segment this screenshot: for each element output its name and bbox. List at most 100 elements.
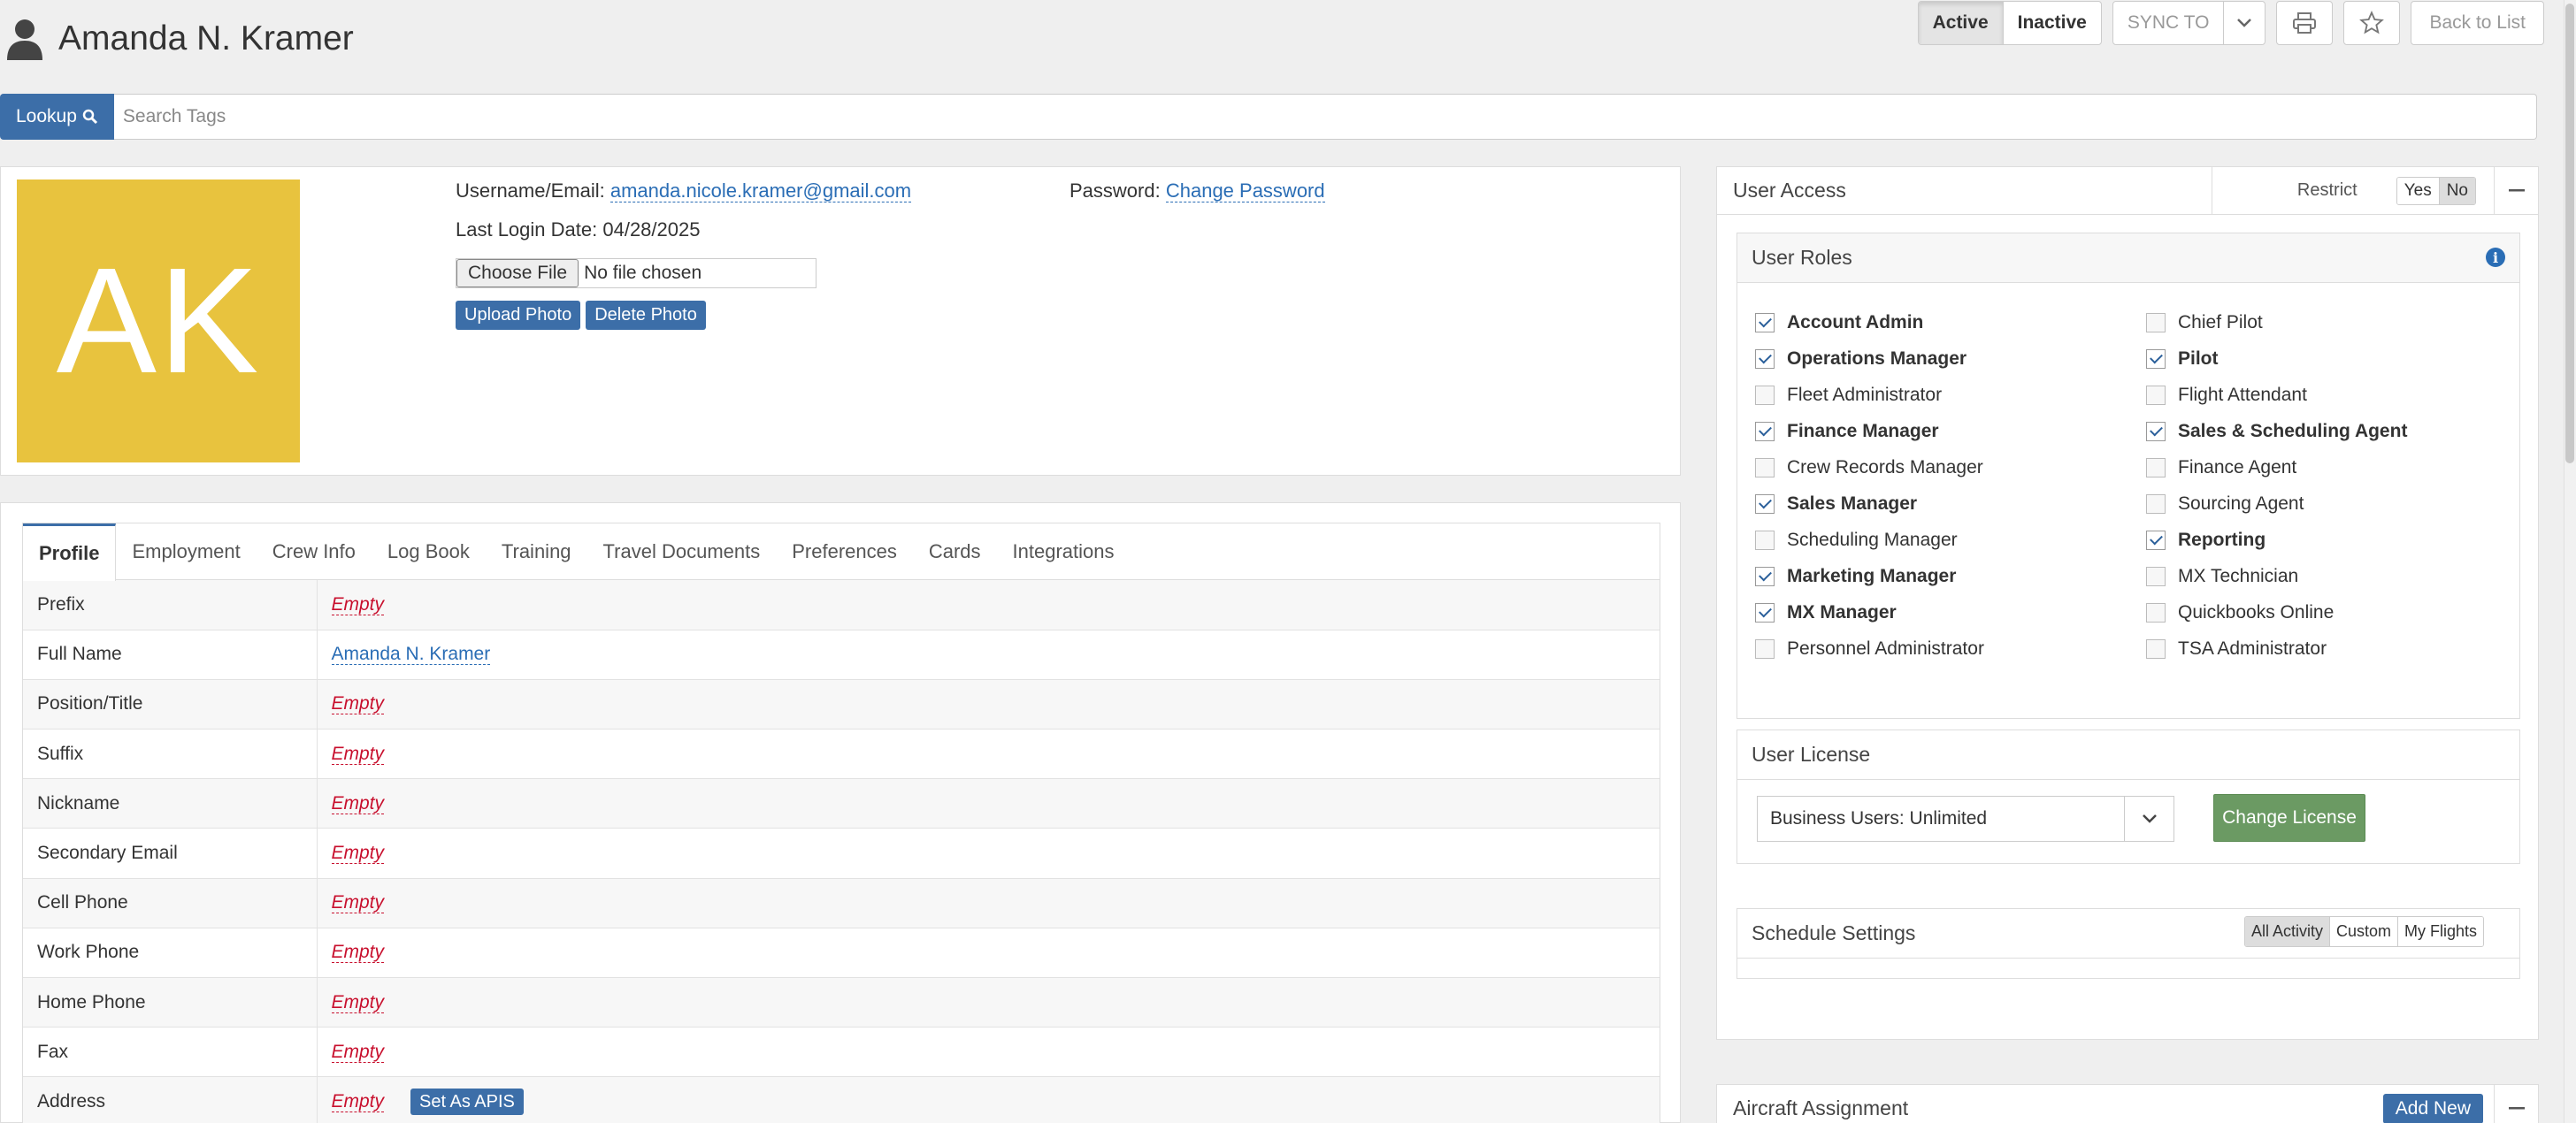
role-quickbooks-online[interactable]: Quickbooks Online [2146,594,2334,630]
upload-photo-button[interactable]: Upload Photo [456,301,581,330]
collapse-icon[interactable] [2494,166,2538,215]
role-account-admin[interactable]: Account Admin [1755,304,1923,340]
nickname-value[interactable]: Empty [331,792,385,814]
delete-photo-button[interactable]: Delete Photo [586,301,706,330]
secondary-email-value[interactable]: Empty [331,843,385,865]
role-sourcing-agent[interactable]: Sourcing Agent [2146,485,2304,522]
sync-button[interactable]: SYNC TO [2113,2,2224,44]
checkbox[interactable] [1755,348,1775,369]
change-password-link[interactable]: Change Password [1165,180,1325,202]
role-flight-attendant[interactable]: Flight Attendant [2146,377,2307,413]
address-value[interactable]: Empty [331,1090,385,1112]
schedule-my-flights-button[interactable]: My Flights [2396,917,2483,946]
role-reporting[interactable]: Reporting [2146,522,2266,558]
user-license-title: User License [1737,730,2519,780]
fax-value[interactable]: Empty [331,1041,385,1063]
checkbox[interactable] [2146,348,2166,369]
username-link[interactable]: amanda.nicole.kramer@gmail.com [610,180,912,202]
last-login-row: Last Login Date: 04/28/2025 [456,218,700,241]
page-scrollbar[interactable] [2564,0,2576,1123]
schedule-custom-button[interactable]: Custom [2328,917,2397,946]
checkbox[interactable] [1755,602,1775,623]
role-scheduling-manager[interactable]: Scheduling Manager [1755,522,1958,558]
choose-file-button[interactable]: Choose File [456,259,579,287]
suffix-value[interactable]: Empty [331,743,385,765]
checkbox[interactable] [2146,530,2166,550]
tab-integrations[interactable]: Integrations [997,523,1131,579]
info-icon[interactable]: i [2486,248,2505,267]
position-value[interactable]: Empty [331,693,385,715]
file-picker[interactable]: Choose File No file chosen [456,258,816,288]
role-tsa-administrator[interactable]: TSA Administrator [2146,630,2327,667]
prefix-value[interactable]: Empty [331,593,385,615]
role-operations-manager[interactable]: Operations Manager [1755,340,1966,377]
username-row: Username/Email: amanda.nicole.kramer@gma… [456,180,912,202]
checkbox[interactable] [2146,602,2166,623]
add-new-button[interactable]: Add New [2382,1093,2483,1123]
checkbox[interactable] [1755,385,1775,405]
role-marketing-manager[interactable]: Marketing Manager [1755,558,1956,594]
checkbox[interactable] [1755,566,1775,586]
chevron-down-icon[interactable] [2223,2,2265,44]
checkbox[interactable] [1755,312,1775,332]
role-chief-pilot[interactable]: Chief Pilot [2146,304,2263,340]
user-access-title: User Access [1733,179,1846,202]
role-fleet-administrator[interactable]: Fleet Administrator [1755,377,1942,413]
tab-preferences[interactable]: Preferences [776,523,913,579]
role-finance-agent[interactable]: Finance Agent [2146,449,2296,485]
checkbox[interactable] [2146,457,2166,477]
field-label: Secondary Email [23,828,318,879]
print-button[interactable] [2276,1,2334,45]
role-mx-technician[interactable]: MX Technician [2146,558,2298,594]
checkbox[interactable] [2146,638,2166,659]
role-sales-manager[interactable]: Sales Manager [1755,485,1917,522]
role-pilot[interactable]: Pilot [2146,340,2219,377]
field-label: Fax [23,1027,318,1078]
search-tags-input[interactable]: Search Tags [113,94,2537,140]
restrict-no-button[interactable]: No [2438,177,2475,204]
role-crew-records-manager[interactable]: Crew Records Manager [1755,449,1983,485]
tab-cards[interactable]: Cards [913,523,997,579]
change-license-button[interactable]: Change License [2213,794,2365,842]
schedule-all-activity-button[interactable]: All Activity [2244,917,2329,946]
checkbox[interactable] [2146,493,2166,514]
collapse-icon[interactable] [2494,1084,2538,1123]
role-personnel-administrator[interactable]: Personnel Administrator [1755,630,1984,667]
role-mx-manager[interactable]: MX Manager [1755,594,1897,630]
role-finance-manager[interactable]: Finance Manager [1755,413,1939,449]
work-phone-value[interactable]: Empty [331,942,385,964]
active-button[interactable]: Active [1918,2,2003,44]
lookup-button[interactable]: Lookup [0,94,114,140]
license-select[interactable]: Business Users: Unlimited [1757,796,2174,842]
checkbox[interactable] [2146,566,2166,586]
tab-training[interactable]: Training [486,523,587,579]
field-label: Full Name [23,630,318,680]
checkbox[interactable] [2146,385,2166,405]
set-as-apis-button[interactable]: Set As APIS [410,1088,524,1115]
inactive-button[interactable]: Inactive [2002,2,2101,44]
table-row: Work Phone Empty [23,928,1660,979]
print-icon [2293,12,2317,34]
checkbox[interactable] [2146,312,2166,332]
full-name-value[interactable]: Amanda N. Kramer [331,644,491,666]
restrict-yes-button[interactable]: Yes [2396,177,2439,204]
tab-crew-info[interactable]: Crew Info [257,523,372,579]
checkbox[interactable] [1755,530,1775,550]
checkbox[interactable] [1755,457,1775,477]
checkbox[interactable] [2146,421,2166,441]
cell-phone-value[interactable]: Empty [331,892,385,914]
favorite-button[interactable] [2343,1,2401,45]
back-to-list-button[interactable]: Back to List [2411,1,2544,45]
role-sales-scheduling-agent[interactable]: Sales & Scheduling Agent [2146,413,2407,449]
tab-travel-documents[interactable]: Travel Documents [587,523,777,579]
tab-log-book[interactable]: Log Book [372,523,486,579]
last-login-label: Last Login Date: [456,218,598,241]
sync-dropdown[interactable]: SYNC TO [2112,1,2266,45]
home-phone-value[interactable]: Empty [331,991,385,1013]
checkbox[interactable] [1755,638,1775,659]
scrollbar-thumb[interactable] [2565,4,2574,463]
tab-employment[interactable]: Employment [116,523,256,579]
checkbox[interactable] [1755,493,1775,514]
tab-profile[interactable]: Profile [23,523,117,581]
checkbox[interactable] [1755,421,1775,441]
